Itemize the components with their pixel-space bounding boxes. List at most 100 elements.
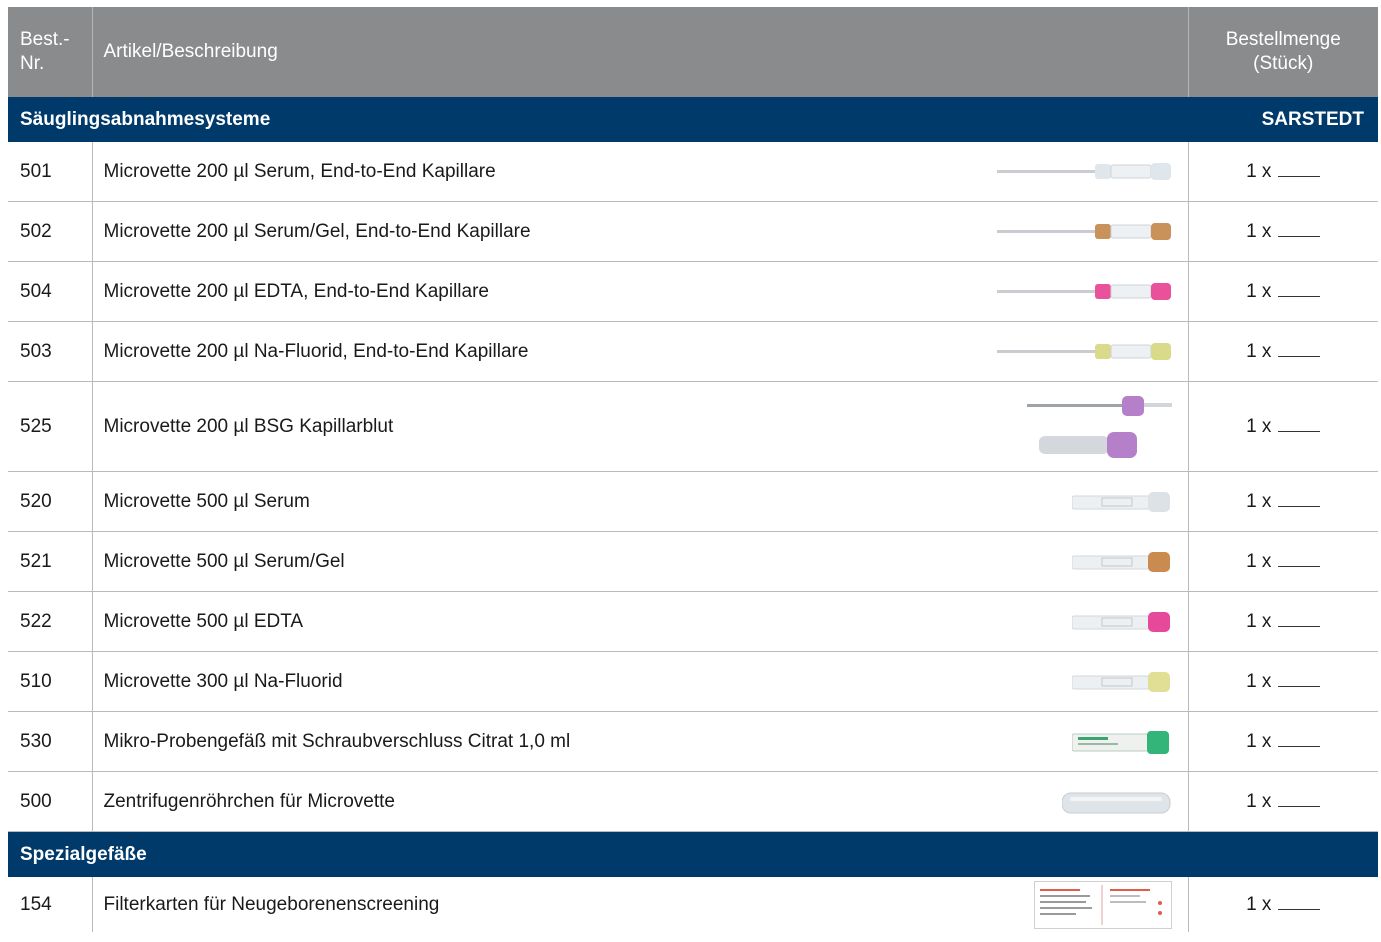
quantity-cell: 1 x [1188,531,1378,592]
table-row: 530 Mikro-Probengefäß mit Schraubverschlu… [8,711,1378,772]
article-description: Microvette 500 µl Serum/Gel [103,550,345,572]
quantity-input-line[interactable] [1278,790,1321,807]
capillary-tube-pink-cap-image [996,277,1172,307]
section-title: Spezialgefäße [20,843,147,865]
capillary-tube-brown-cap-image [996,217,1172,247]
column-header-quantity-line2: (Stück) [1253,53,1314,74]
quantity-input-line[interactable] [1278,893,1321,910]
quantity-cell: 1 x [1188,877,1378,932]
table-row: 525 Microvette 200 µl BSG Kapillarblut 1 … [8,381,1378,472]
quantity-input-line[interactable] [1278,670,1321,687]
quantity-prefix: 1 x [1246,281,1272,302]
screw-cap-tube-green-image [1071,727,1172,757]
article-description-cell: Microvette 200 µl Serum, End-to-End Kapi… [92,142,1189,202]
column-header-article: Artikel/Beschreibung [92,7,1189,97]
quantity-prefix: 1 x [1246,221,1272,242]
article-description: Filterkarten für Neugeborenenscreening [103,893,440,915]
article-description: Microvette 200 µl Na-Fluorid, End-to-End… [103,340,529,362]
article-number: 530 [8,711,93,772]
article-description: Microvette 200 µl Serum, End-to-End Kapi… [103,160,496,182]
quantity-input-line[interactable] [1278,280,1321,297]
tube-white-cap-image [1071,487,1172,517]
table-row: 521 Microvette 500 µl Serum/Gel 1 x [8,531,1378,592]
table-row: 504 Microvette 200 µl EDTA, End-to-End Ka… [8,261,1378,322]
quantity-input-line[interactable] [1278,550,1321,567]
article-description-cell: Microvette 500 µl Serum [92,471,1189,532]
quantity-cell: 1 x [1188,142,1378,202]
article-description: Microvette 200 µl EDTA, End-to-End Kapil… [103,280,489,302]
bsg-capillary-violet-cap-image [1026,392,1172,462]
tube-brown-cap-image [1071,547,1172,577]
article-description: Microvette 500 µl EDTA [103,610,304,632]
tube-pink-cap-image [1071,607,1172,637]
quantity-input-line[interactable] [1278,610,1321,627]
article-description-cell: Filterkarten für Neugeborenenscreening [92,877,1189,932]
quantity-cell: 1 x [1188,381,1378,472]
quantity-prefix: 1 x [1246,161,1272,182]
article-description-cell: Microvette 200 µl Serum/Gel, End-to-End … [92,201,1189,262]
column-header-number-line1: Best.- [20,29,70,50]
tube-yellow-cap-image [1071,667,1172,697]
article-description-cell: Microvette 200 µl BSG Kapillarblut [92,381,1189,472]
capillary-tube-white-cap-image [996,157,1172,187]
article-description: Microvette 200 µl Serum/Gel, End-to-End … [103,220,531,242]
article-description-cell: Microvette 300 µl Na-Fluorid [92,651,1189,712]
quantity-prefix: 1 x [1246,671,1272,692]
article-description-cell: Microvette 500 µl Serum/Gel [92,531,1189,592]
article-description-cell: Microvette 200 µl Na-Fluorid, End-to-End… [92,321,1189,382]
section-title: Säuglingsabnahmesysteme [20,108,271,130]
quantity-prefix: 1 x [1246,731,1272,752]
article-number: 501 [8,142,93,202]
column-header-quantity: Bestellmenge (Stück) [1188,7,1378,97]
quantity-cell: 1 x [1188,261,1378,322]
capillary-tube-yellow-cap-image [996,337,1172,367]
order-form: Best.- Nr. Artikel/Beschreibung Bestellm… [8,7,1378,932]
article-description-cell: Zentrifugenröhrchen für Microvette [92,771,1189,832]
quantity-cell: 1 x [1188,201,1378,262]
article-number: 510 [8,651,93,712]
section-brand: SARSTEDT [1261,108,1364,130]
quantity-input-line[interactable] [1278,490,1321,507]
quantity-cell: 1 x [1188,471,1378,532]
article-number: 503 [8,321,93,382]
section-header: SARSTEDT Säuglingsabnahmesysteme [8,97,1378,142]
quantity-input-line[interactable] [1278,160,1321,177]
section-header-row: Spezialgefäße [8,831,1378,877]
quantity-cell: 1 x [1188,321,1378,382]
quantity-input-line[interactable] [1278,220,1321,237]
table-row: 522 Microvette 500 µl EDTA 1 x [8,591,1378,652]
article-number: 520 [8,471,93,532]
filter-card-image [1033,880,1172,929]
table-row: 154 Filterkarten für Neugeborenenscreenin… [8,877,1378,932]
table-row: 502 Microvette 200 µl Serum/Gel, End-to-E… [8,201,1378,262]
article-number: 521 [8,531,93,592]
article-description: Microvette 200 µl BSG Kapillarblut [103,415,394,437]
article-number: 522 [8,591,93,652]
quantity-prefix: 1 x [1246,416,1272,437]
table-row: 500 Zentrifugenröhrchen für Microvette 1 … [8,771,1378,832]
article-description: Mikro-Probengefäß mit Schraubverschluss … [103,730,571,752]
quantity-cell: 1 x [1188,771,1378,832]
quantity-input-line[interactable] [1278,415,1321,432]
article-description: Microvette 500 µl Serum [103,490,310,512]
quantity-input-line[interactable] [1278,340,1321,357]
column-header-number: Best.- Nr. [8,7,93,97]
section-header: Spezialgefäße [8,831,1378,877]
table-row: 510 Microvette 300 µl Na-Fluorid 1 x [8,651,1378,712]
quantity-cell: 1 x [1188,711,1378,772]
article-description-cell: Microvette 500 µl EDTA [92,591,1189,652]
quantity-prefix: 1 x [1246,611,1272,632]
table-body: SARSTEDT Säuglingsabnahmesysteme 501 Microv… [8,97,1378,932]
article-description: Microvette 300 µl Na-Fluorid [103,670,343,692]
article-number: 504 [8,261,93,322]
table-row: 503 Microvette 200 µl Na-Fluorid, End-to-… [8,321,1378,382]
quantity-cell: 1 x [1188,591,1378,652]
column-header-quantity-line1: Bestellmenge [1225,29,1341,50]
table-row: 501 Microvette 200 µl Serum, End-to-End K… [8,142,1378,202]
quantity-prefix: 1 x [1246,341,1272,362]
quantity-input-line[interactable] [1278,730,1321,747]
article-description-cell: Microvette 200 µl EDTA, End-to-End Kapil… [92,261,1189,322]
table-header-row: Best.- Nr. Artikel/Beschreibung Bestellm… [8,7,1378,97]
quantity-prefix: 1 x [1246,491,1272,512]
article-number: 525 [8,381,93,472]
